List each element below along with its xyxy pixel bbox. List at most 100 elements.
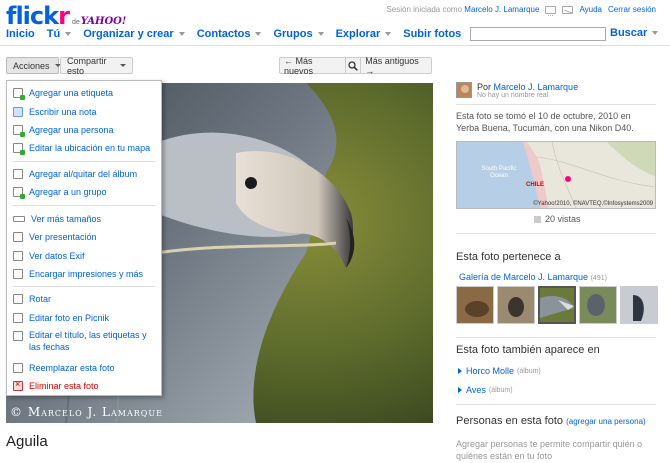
gallery-count: (491) (590, 275, 607, 282)
menu-item-add-person[interactable]: Agregar una persona (7, 123, 161, 137)
prints-icon (13, 269, 23, 279)
map-icon (13, 143, 25, 155)
chevron-down-icon (255, 32, 262, 36)
photo-title[interactable]: Aguila (6, 433, 48, 450)
owner-line: Por Marcelo J. Lamarque (477, 82, 579, 92)
menu-item-exif[interactable]: Ver datos Exif (7, 249, 161, 263)
gallery-thumbnails (456, 286, 658, 324)
header-divider (0, 45, 670, 46)
menu-item-more-sizes[interactable]: Ver más tamaños (7, 212, 161, 226)
owner-block: Por Marcelo J. Lamarque No hay un nombre… (456, 82, 578, 99)
flickr-logo[interactable]: flickr de YAHOO! (6, 2, 127, 30)
menu-separator (13, 161, 155, 162)
divider (456, 404, 656, 405)
chevron-down-icon (652, 31, 659, 35)
main-nav: Inicio Tú Organizar y crear Contactos Gr… (6, 28, 473, 40)
logout-link[interactable]: Cerrar sesión (608, 5, 656, 14)
older-button[interactable]: Más antiguos → (361, 56, 431, 76)
photo-watermark: © Marcelo J. Lamarque (10, 405, 163, 419)
replace-icon (13, 363, 23, 373)
zoom-button[interactable] (345, 58, 362, 73)
chevron-down-icon (178, 32, 185, 36)
chevron-down-icon (65, 32, 72, 36)
menu-item-replace[interactable]: Reemplazar esta foto (7, 361, 161, 375)
nav-organizar[interactable]: Organizar y crear (83, 28, 185, 40)
session-user-link[interactable]: Marcelo J. Lamarque (464, 5, 539, 14)
gallery-link[interactable]: Galería de Marcelo J. Lamarque (491) (459, 272, 607, 282)
slideshow-icon (13, 232, 23, 242)
account-bar: Sesión iniciada como Marcelo J. Lamarque… (386, 5, 656, 16)
tag-icon (13, 88, 25, 100)
nav-grupos[interactable]: Grupos (273, 28, 324, 40)
menu-item-slideshow[interactable]: Ver presentación (7, 230, 161, 244)
owner-link[interactable]: Marcelo J. Lamarque (494, 82, 579, 92)
cart-icon[interactable] (545, 5, 557, 16)
album-link-aves[interactable]: Aves (álbum) (458, 385, 513, 395)
gallery-thumb[interactable] (579, 286, 617, 324)
menu-item-add-note[interactable]: Escribir una nota (7, 105, 161, 119)
gallery-thumb-selected[interactable] (538, 286, 576, 324)
acciones-menu: Agregar una etiqueta Escribir una nota A… (6, 80, 162, 396)
delete-icon (13, 379, 23, 391)
people-help-text: Agregar personas te permite compartir qu… (456, 439, 643, 461)
map-ocean-label: South Pacific Ocean (481, 166, 517, 179)
acciones-button[interactable]: Acciones (6, 57, 61, 74)
group-icon (13, 187, 25, 199)
nav-contactos[interactable]: Contactos (197, 28, 262, 40)
note-icon (13, 107, 23, 117)
menu-item-delete[interactable]: Eliminar esta foto (7, 379, 161, 393)
menu-item-add-group[interactable]: Agregar a un grupo (7, 185, 161, 199)
chevron-down-icon (120, 64, 126, 67)
nav-inicio[interactable]: Inicio (6, 28, 35, 40)
nav-explorar[interactable]: Explorar (336, 28, 392, 40)
menu-item-edit-title[interactable]: Editar el título, las etiquetas y las fe… (7, 329, 161, 357)
map-country-label: CHILE (526, 182, 544, 188)
edit-title-icon (13, 331, 23, 341)
search-button[interactable]: Buscar (610, 27, 659, 39)
real-name: No hay un nombre real (477, 92, 549, 99)
share-button[interactable]: Compartir esto (60, 56, 133, 76)
menu-item-add-tag[interactable]: Agregar una etiqueta (7, 86, 161, 100)
session-label: Sesión iniciada como Marcelo J. Lamarque (386, 5, 540, 14)
menu-separator (13, 286, 155, 287)
menu-item-rotate[interactable]: Rotar (7, 292, 161, 306)
divider (456, 337, 656, 338)
nav-tu[interactable]: Tú (47, 28, 72, 40)
edit-photo-icon (13, 313, 23, 323)
belongs-heading: Esta foto pertenece a (456, 251, 561, 263)
gallery-thumb[interactable] (456, 286, 494, 324)
divider (456, 104, 656, 105)
sizes-icon (13, 216, 25, 222)
menu-item-picnik[interactable]: Editar foto en Picnik (7, 311, 161, 325)
map-copyright: ©Yahoo!2010, ©NAVTEQ,©Infosystems2009 (533, 201, 653, 207)
triangle-right-icon (458, 387, 462, 393)
gallery-thumb[interactable] (620, 286, 658, 324)
album-link-horco-molle[interactable]: Horco Molle (álbum) (458, 366, 541, 376)
zoom-icon (348, 60, 358, 71)
add-person-link[interactable]: (agregar una persona) (566, 417, 646, 426)
menu-item-edit-location[interactable]: Editar la ubicación en tu mapa (7, 141, 161, 155)
gallery-thumb[interactable] (497, 286, 535, 324)
people-heading: Personas en esta foto (agregar una perso… (456, 415, 646, 427)
menu-item-album[interactable]: Agregar al/quitar del álbum (7, 167, 161, 181)
logo-yahoo: YAHOO! (80, 16, 127, 27)
exif-icon (13, 251, 23, 261)
newer-button[interactable]: ← Más nuevos (280, 56, 345, 76)
divider (456, 233, 656, 234)
person-icon (13, 125, 25, 137)
rotate-icon (13, 294, 23, 304)
chevron-down-icon (317, 32, 324, 36)
also-appears-heading: Esta foto también aparece en (456, 344, 600, 356)
menu-separator (13, 205, 155, 206)
location-map[interactable]: South Pacific Ocean CHILE ©Yahoo!2010, ©… (456, 141, 656, 209)
avatar[interactable] (456, 82, 472, 98)
nav-subir-fotos[interactable]: Subir fotos (403, 28, 461, 40)
logo-de: de (71, 19, 80, 26)
help-link[interactable]: Ayuda (579, 5, 602, 14)
mail-icon[interactable] (562, 5, 574, 14)
logo-wordmark: flickr (6, 2, 70, 30)
views-icon (534, 215, 541, 223)
photo-taken-info: Esta foto se tomó el 10 de octubre, 2010… (456, 111, 634, 133)
menu-item-prints[interactable]: Encargar impresiones y más (7, 267, 161, 281)
search-input[interactable] (470, 27, 606, 41)
